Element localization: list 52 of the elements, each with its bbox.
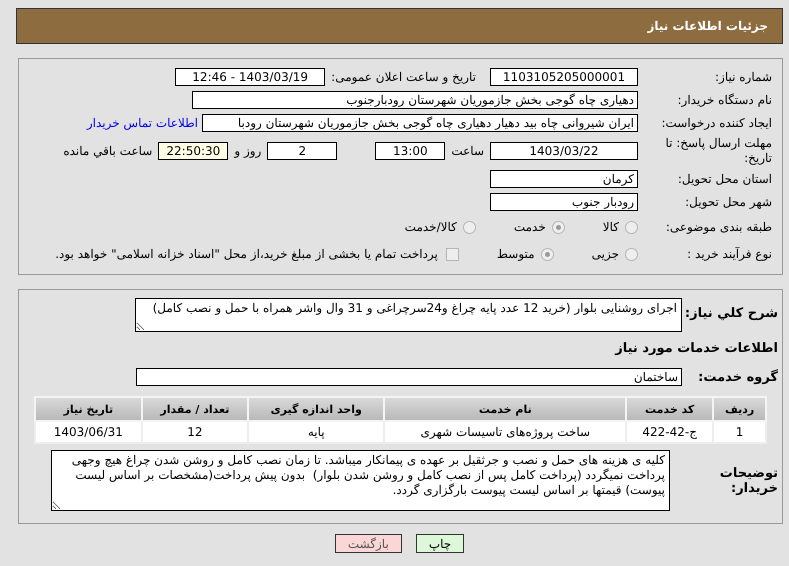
buyer-org-field[interactable]: دهیاری چاه گوجی بخش جازموریان شهرستان رودبارجنوب bbox=[192, 91, 638, 109]
city-field[interactable]: رودبار جنوب bbox=[490, 193, 638, 211]
table-cell: 1403/06/31 bbox=[35, 421, 142, 443]
section-heading: اطلاعات خدمات مورد نیاز bbox=[614, 340, 779, 356]
service-group-field[interactable]: ساختمان bbox=[136, 368, 682, 386]
radio-option[interactable]: کالا bbox=[602, 220, 638, 234]
print-button[interactable]: چاپ bbox=[416, 534, 464, 553]
field-label: نوع فرآیند خرید : bbox=[686, 246, 773, 262]
table-cell: پایه bbox=[248, 421, 384, 443]
table-cell: ج-42-422 bbox=[626, 421, 714, 443]
column-header: تعداد / مقدار bbox=[142, 397, 248, 421]
field-label: شهر محل تحویل: bbox=[684, 194, 773, 210]
table-cell: ساخت پروژه‌های تاسیسات شهری bbox=[384, 421, 626, 443]
field-label: تاریخ و ساعت اعلان عمومی: bbox=[331, 70, 476, 84]
radio-option[interactable]: جزیی bbox=[592, 247, 638, 261]
description-field[interactable]: اجرای روشنایی بلوار (خرید 12 عدد پایه چراغ و24سرچراغی و 31 وال واشر همراه با حمل و نصب کامل) bbox=[135, 298, 682, 332]
field-label: ساعت باقي مانده bbox=[63, 144, 152, 158]
requester-field[interactable]: ایران شیروانی چاه بید دهیار دهیاری چاه گوجی بخش جازموریان شهرستان رودبا bbox=[202, 114, 638, 132]
radio-option[interactable]: متوسط bbox=[496, 247, 554, 261]
payment-note: پرداخت تمام یا بخشی از مبلغ خرید،از محل "اسناد خزانه اسلامی" خواهد بود. bbox=[55, 247, 438, 261]
table-cell: 12 bbox=[142, 421, 248, 443]
field-label: گروه خدمت: bbox=[697, 370, 779, 384]
field-label: ساعت bbox=[451, 144, 484, 158]
field-label: شماره نیاز: bbox=[714, 70, 773, 84]
province-field[interactable]: کرمان bbox=[490, 170, 638, 188]
field-label: ایجاد کننده درخواست: bbox=[660, 116, 773, 130]
field-label: توضیحات خریدار: bbox=[718, 466, 779, 496]
column-header: کد خدمت bbox=[626, 397, 714, 421]
field-label: شرح کلي نياز: bbox=[684, 305, 779, 321]
back-button[interactable]: بازگشت bbox=[334, 534, 402, 553]
days-field[interactable]: 2 bbox=[267, 142, 338, 160]
field-label: مهلت ارسال پاسخ: تا تاریخ: bbox=[664, 136, 773, 166]
field-label: طبقه بندی موضوعی: bbox=[664, 220, 773, 234]
checkbox[interactable] bbox=[446, 248, 459, 260]
need-number-field[interactable]: 1103105205000001 bbox=[490, 68, 638, 86]
field-label: استان محل تحویل: bbox=[676, 172, 773, 186]
contact-link[interactable]: اطلاعات تماس خریدار bbox=[86, 116, 198, 130]
column-header: ردیف bbox=[713, 397, 766, 421]
column-header: واحد اندازه گیری bbox=[248, 397, 384, 421]
field-label: نام دستگاه خریدار: bbox=[676, 92, 773, 108]
table-cell: 1 bbox=[713, 421, 766, 443]
buyer-notes-field[interactable]: کلیه ی هزینه های حمل و نصب و جرثقیل بر عهده ی پیمانکار میباشد. تا زمان نصب کامل و روشن شدن چراغ هیچ وجهی پرداخت نمیگردد (پرداخت کامل پس از نصب کامل و روشن شدن بلوار) بدون پیش پرداخت(مشخصات بر اساس لیست پیوست) قیمتها بر اساس لیست پیوست بارگزاری گردد. bbox=[51, 450, 670, 511]
page-title: جزئیات اطلاعات نیاز bbox=[647, 19, 768, 33]
column-header: نام خدمت bbox=[384, 397, 626, 421]
announce-date-field[interactable]: 1403/03/19 - 12:46 bbox=[175, 68, 326, 86]
column-header: تاریخ نیاز bbox=[35, 397, 142, 421]
radio-option[interactable]: خدمت bbox=[514, 220, 565, 234]
radio-option[interactable]: کالا/خدمت bbox=[404, 220, 476, 234]
remaining-time-field[interactable]: 22:50:30 bbox=[158, 142, 228, 160]
deadline-date-field[interactable]: 1403/03/22 bbox=[490, 142, 638, 160]
field-label: روز و bbox=[234, 144, 262, 158]
deadline-time-field[interactable]: 13:00 bbox=[375, 142, 446, 160]
